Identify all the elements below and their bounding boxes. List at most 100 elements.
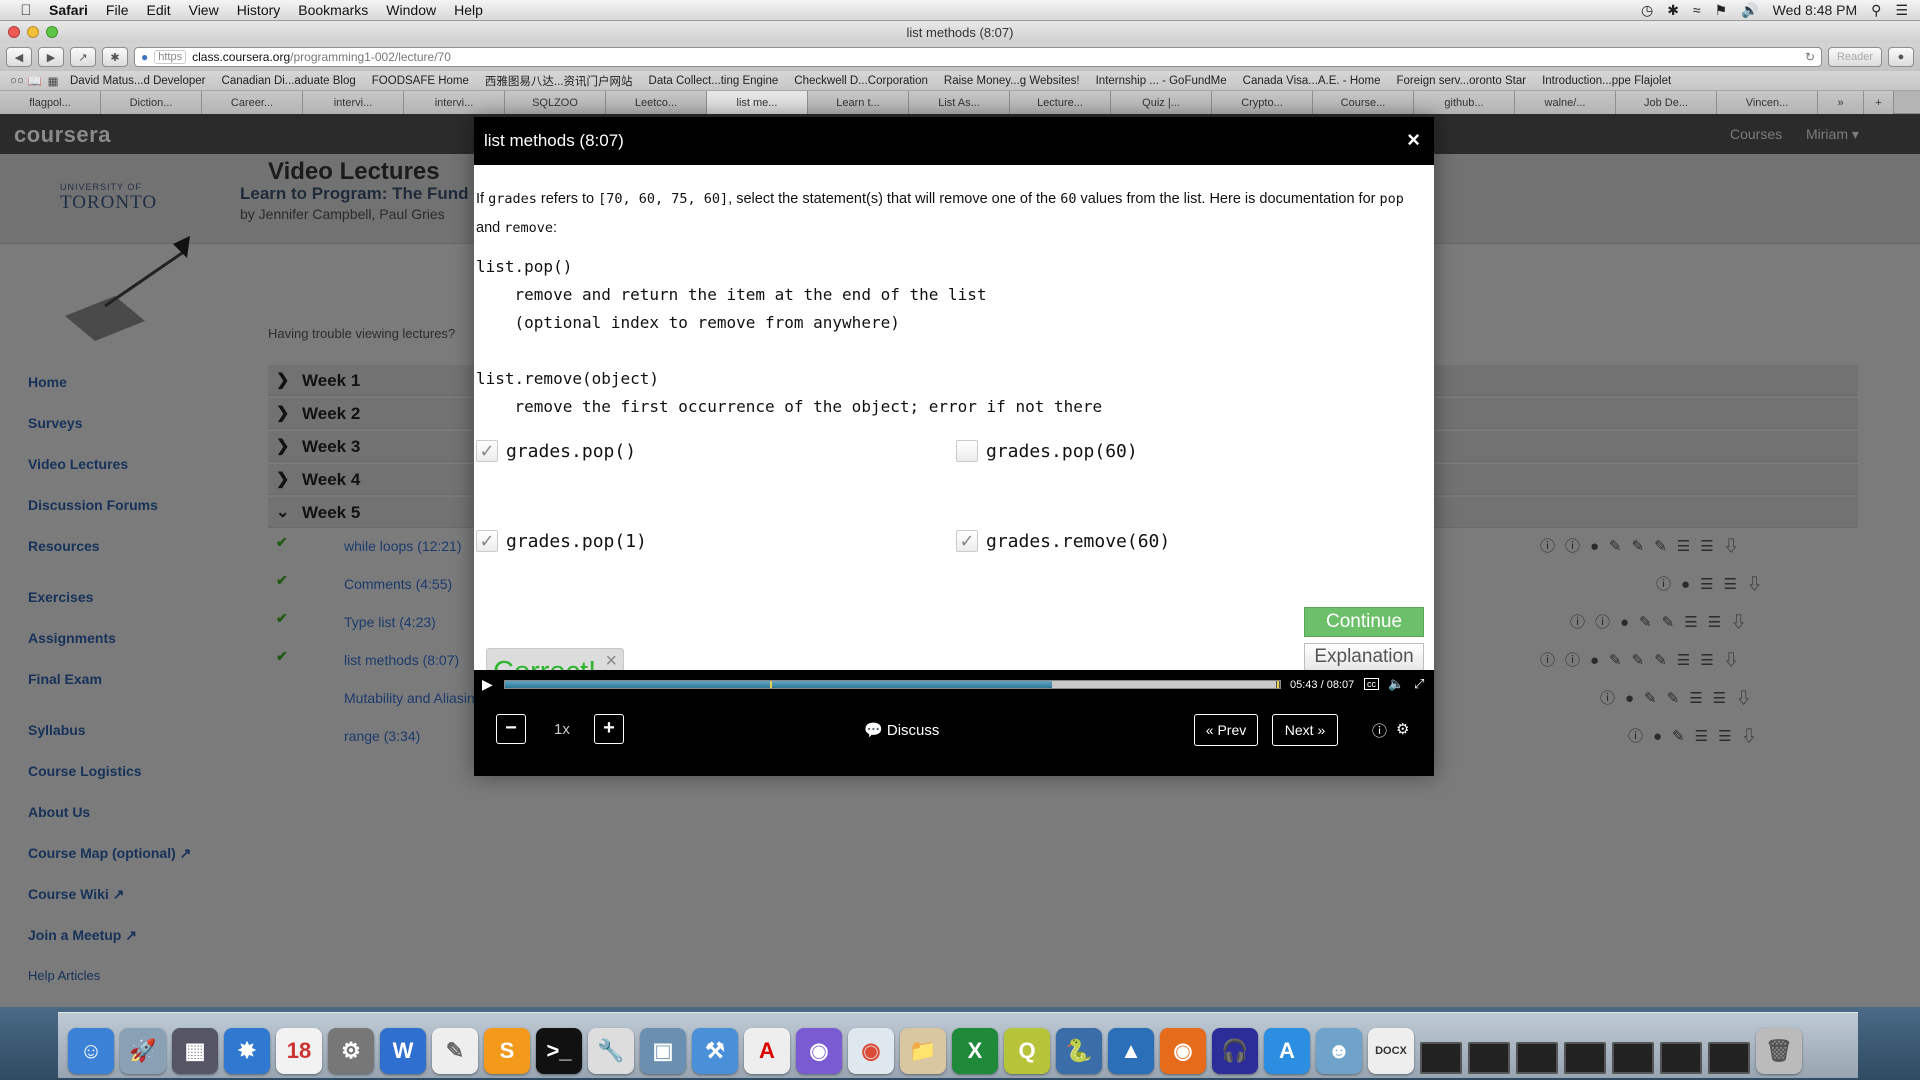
bluetooth-icon[interactable]: ✱	[1667, 2, 1679, 19]
minimized-window[interactable]	[1660, 1042, 1702, 1074]
sidebar-item-home[interactable]: Home	[28, 374, 67, 390]
browser-tab[interactable]: Learn t...	[808, 91, 909, 114]
lecture-actions-icon[interactable]: ⓘ●✎✎☰☰⇩	[1600, 687, 1761, 708]
sidebar-item-about-us[interactable]: About Us	[28, 804, 90, 820]
browser-tab[interactable]: SQLZOO	[505, 91, 606, 114]
coursera-logo[interactable]: coursera	[14, 122, 111, 148]
time-machine-icon[interactable]: ◷	[1641, 2, 1653, 19]
bookmark-item[interactable]: Data Collect...ting Engine	[641, 75, 787, 87]
calendar-icon[interactable]: 18	[276, 1028, 322, 1074]
share-button[interactable]: ↗	[70, 47, 96, 67]
option-grades-pop[interactable]: ✓ grades.pop()	[476, 440, 636, 462]
xcode-icon[interactable]: ⚒	[692, 1028, 738, 1074]
lecture-link[interactable]: Comments (4:55)	[344, 576, 452, 592]
lecture-actions-icon[interactable]: ⓘⓘ●✎✎✎☰☰⇩	[1540, 535, 1749, 556]
browser-tab[interactable]: Lecture...	[1010, 91, 1111, 114]
lecture-link[interactable]: while loops (12:21)	[344, 538, 462, 554]
tab-overflow-chevron-icon[interactable]: »	[1818, 91, 1864, 114]
checkbox-checked-icon[interactable]: ✓	[956, 530, 978, 552]
sidebar-item-surveys[interactable]: Surveys	[28, 415, 82, 431]
bookmark-item[interactable]: Canada Visa...A.E. - Home	[1235, 75, 1389, 87]
lecture-link[interactable]: range (3:34)	[344, 728, 420, 744]
lecture-actions-icon[interactable]: ⓘ●✎☰☰⇩	[1628, 725, 1767, 746]
close-window-button[interactable]	[8, 26, 20, 38]
menu-help[interactable]: Help	[445, 2, 492, 18]
launchpad-icon[interactable]: 🚀	[120, 1028, 166, 1074]
bookmark-item[interactable]: Foreign serv...oronto Star	[1389, 75, 1535, 87]
finder-icon[interactable]: ☺	[68, 1028, 114, 1074]
spotlight-icon[interactable]: ⚲	[1871, 2, 1881, 19]
menu-history[interactable]: History	[228, 2, 290, 18]
firefox-icon[interactable]: ◉	[1160, 1028, 1206, 1074]
sidebar-item-video-lectures[interactable]: Video Lectures	[28, 456, 128, 472]
minimized-window[interactable]	[1708, 1042, 1750, 1074]
browser-tab-active[interactable]: list me...	[707, 91, 808, 114]
github-icon[interactable]: ☻	[1316, 1028, 1362, 1074]
minimized-window[interactable]	[1564, 1042, 1606, 1074]
extensions-button[interactable]: ✱	[102, 47, 128, 67]
back-button[interactable]: ◀	[6, 47, 32, 67]
system-preferences-icon[interactable]: ⚙	[328, 1028, 374, 1074]
minimized-window[interactable]	[1612, 1042, 1654, 1074]
settings-gear-icon[interactable]: ⚙	[1396, 720, 1409, 738]
minimized-window[interactable]	[1468, 1042, 1510, 1074]
browser-tab[interactable]: Course...	[1313, 91, 1414, 114]
safari-icon[interactable]: ✸	[224, 1028, 270, 1074]
wireshark-icon[interactable]: ▲	[1108, 1028, 1154, 1074]
slower-button[interactable]: −	[496, 714, 526, 744]
app-store-icon[interactable]: A	[1264, 1028, 1310, 1074]
mission-control-icon[interactable]: ▦	[172, 1028, 218, 1074]
option-grades-pop-1[interactable]: ✓ grades.pop(1)	[476, 530, 647, 552]
faster-button[interactable]: +	[594, 714, 624, 744]
browser-tab[interactable]: flagpol...	[0, 91, 101, 114]
sidebar-item-exercises[interactable]: Exercises	[28, 589, 93, 605]
section-subtitle[interactable]: Having trouble viewing lectures?	[268, 326, 455, 341]
bookmark-item[interactable]: Canadian Di...aduate Blog	[214, 75, 364, 87]
browser-tab[interactable]: Job De...	[1616, 91, 1717, 114]
checkbox-checked-icon[interactable]: ✓	[476, 530, 498, 552]
cc-icon[interactable]: cc	[1364, 678, 1379, 690]
bookmark-item[interactable]: Raise Money...g Websites!	[936, 75, 1088, 87]
info-icon[interactable]: ⓘ	[1372, 720, 1387, 741]
sidebar-item-course-logistics[interactable]: Course Logistics	[28, 763, 142, 779]
sidebar-item-course-wiki[interactable]: Course Wiki ↗	[28, 886, 124, 903]
sidebar-item-assignments[interactable]: Assignments	[28, 630, 116, 646]
sidebar-item-syllabus[interactable]: Syllabus	[28, 722, 86, 738]
play-icon[interactable]: ▶	[482, 676, 493, 693]
wifi-icon[interactable]: ≈	[1693, 2, 1701, 18]
trash-icon[interactable]: 🗑	[1756, 1028, 1802, 1074]
sidebar-item-join-meetup[interactable]: Join a Meetup ↗	[28, 927, 137, 944]
bookmark-item[interactable]: Introduction...ppe Flajolet	[1534, 75, 1679, 87]
lecture-actions-icon[interactable]: ⓘⓘ●✎✎☰☰⇩	[1570, 611, 1756, 632]
bookmark-item[interactable]: FOODSAFE Home	[364, 75, 477, 87]
lecture-link[interactable]: Mutability and Aliasin	[344, 690, 475, 706]
menu-bookmarks[interactable]: Bookmarks	[289, 2, 377, 18]
sublime-icon[interactable]: S	[484, 1028, 530, 1074]
word-icon[interactable]: W	[380, 1028, 426, 1074]
files-icon[interactable]: 📁	[900, 1028, 946, 1074]
lecture-link[interactable]: Type list (4:23)	[344, 614, 436, 630]
volume-icon[interactable]: 🔊	[1741, 2, 1758, 19]
top-sites-icon[interactable]: ▦	[44, 74, 62, 88]
browser-tab[interactable]: Leetco...	[606, 91, 707, 114]
option-grades-pop-60[interactable]: grades.pop(60)	[956, 440, 1138, 462]
browser-tab[interactable]: List As...	[909, 91, 1010, 114]
checkbox-checked-icon[interactable]: ✓	[476, 440, 498, 462]
discuss-button[interactable]: 💬 Discuss	[864, 721, 939, 739]
zoom-window-button[interactable]	[46, 26, 58, 38]
audio-icon[interactable]: 🎧	[1212, 1028, 1258, 1074]
preview-icon[interactable]: ▣	[640, 1028, 686, 1074]
prev-button[interactable]: « Prev	[1194, 714, 1258, 746]
eclipse-icon[interactable]: ◉	[796, 1028, 842, 1074]
sidebar-item-help-articles[interactable]: Help Articles	[28, 968, 100, 983]
sidebar-item-discussion-forums[interactable]: Discussion Forums	[28, 497, 158, 513]
clock[interactable]: Wed 8:48 PM	[1773, 2, 1858, 18]
sidebar-item-course-map[interactable]: Course Map (optional) ↗	[28, 845, 191, 862]
continue-button[interactable]: Continue	[1304, 607, 1424, 637]
course-title[interactable]: Learn to Program: The Fund	[240, 184, 469, 204]
sidebar-item-resources[interactable]: Resources	[28, 538, 100, 554]
lecture-link[interactable]: list methods (8:07)	[344, 652, 459, 668]
sidebar-item-final-exam[interactable]: Final Exam	[28, 671, 102, 687]
menu-edit[interactable]: Edit	[137, 2, 179, 18]
notification-center-icon[interactable]: ☰	[1895, 2, 1908, 19]
